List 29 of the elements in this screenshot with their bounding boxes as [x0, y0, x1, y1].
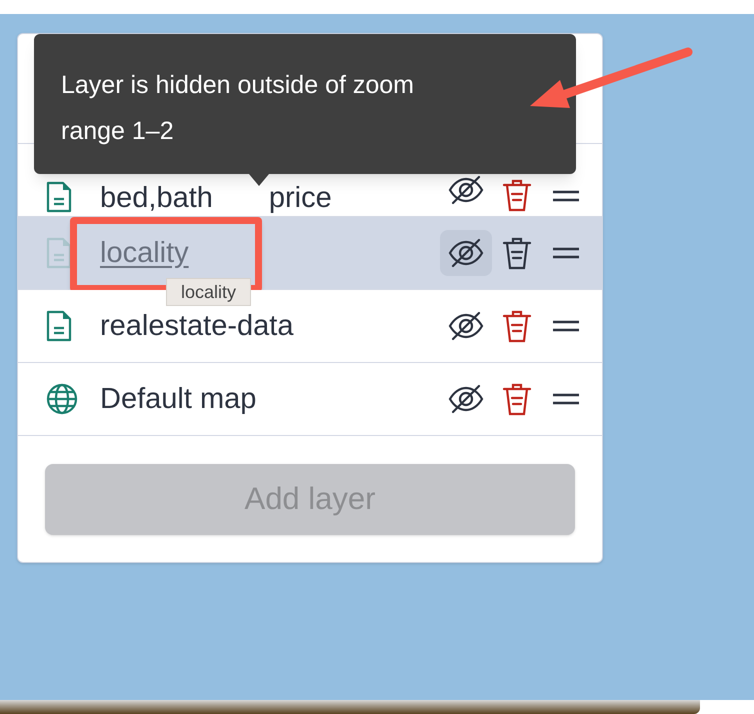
drag-handle-icon[interactable] [552, 189, 580, 203]
trash-icon [502, 178, 532, 212]
globe-icon [46, 383, 78, 415]
layer-row[interactable]: Default map [18, 363, 602, 436]
layer-name: Default map [100, 384, 256, 414]
delete-button[interactable] [500, 235, 534, 271]
drag-handle-icon[interactable] [552, 392, 580, 406]
document-icon [46, 310, 72, 342]
trash-icon [502, 236, 532, 270]
hint-tooltip: locality [166, 278, 252, 306]
eye-slash-icon [447, 383, 485, 415]
layer-name: realestate-data [100, 312, 294, 340]
eye-slash-icon [447, 174, 485, 206]
eye-slash-icon [447, 310, 485, 342]
visibility-button[interactable] [440, 230, 492, 276]
eye-slash-icon [447, 237, 485, 269]
document-icon [46, 237, 72, 269]
drag-handle-icon[interactable] [552, 246, 580, 260]
delete-button[interactable] [500, 308, 534, 344]
tooltip-text: Layer is hidden outside of zoom [61, 70, 414, 101]
layer-name: price [268, 184, 332, 213]
trash-icon [502, 382, 532, 416]
layer-name: bed,bath [100, 184, 213, 213]
delete-button[interactable] [500, 177, 534, 213]
delete-button[interactable] [500, 381, 534, 417]
drag-handle-icon[interactable] [552, 319, 580, 333]
tooltip-text: range 1–2 [61, 116, 174, 147]
document-icon [46, 181, 72, 213]
trash-icon [502, 309, 532, 343]
